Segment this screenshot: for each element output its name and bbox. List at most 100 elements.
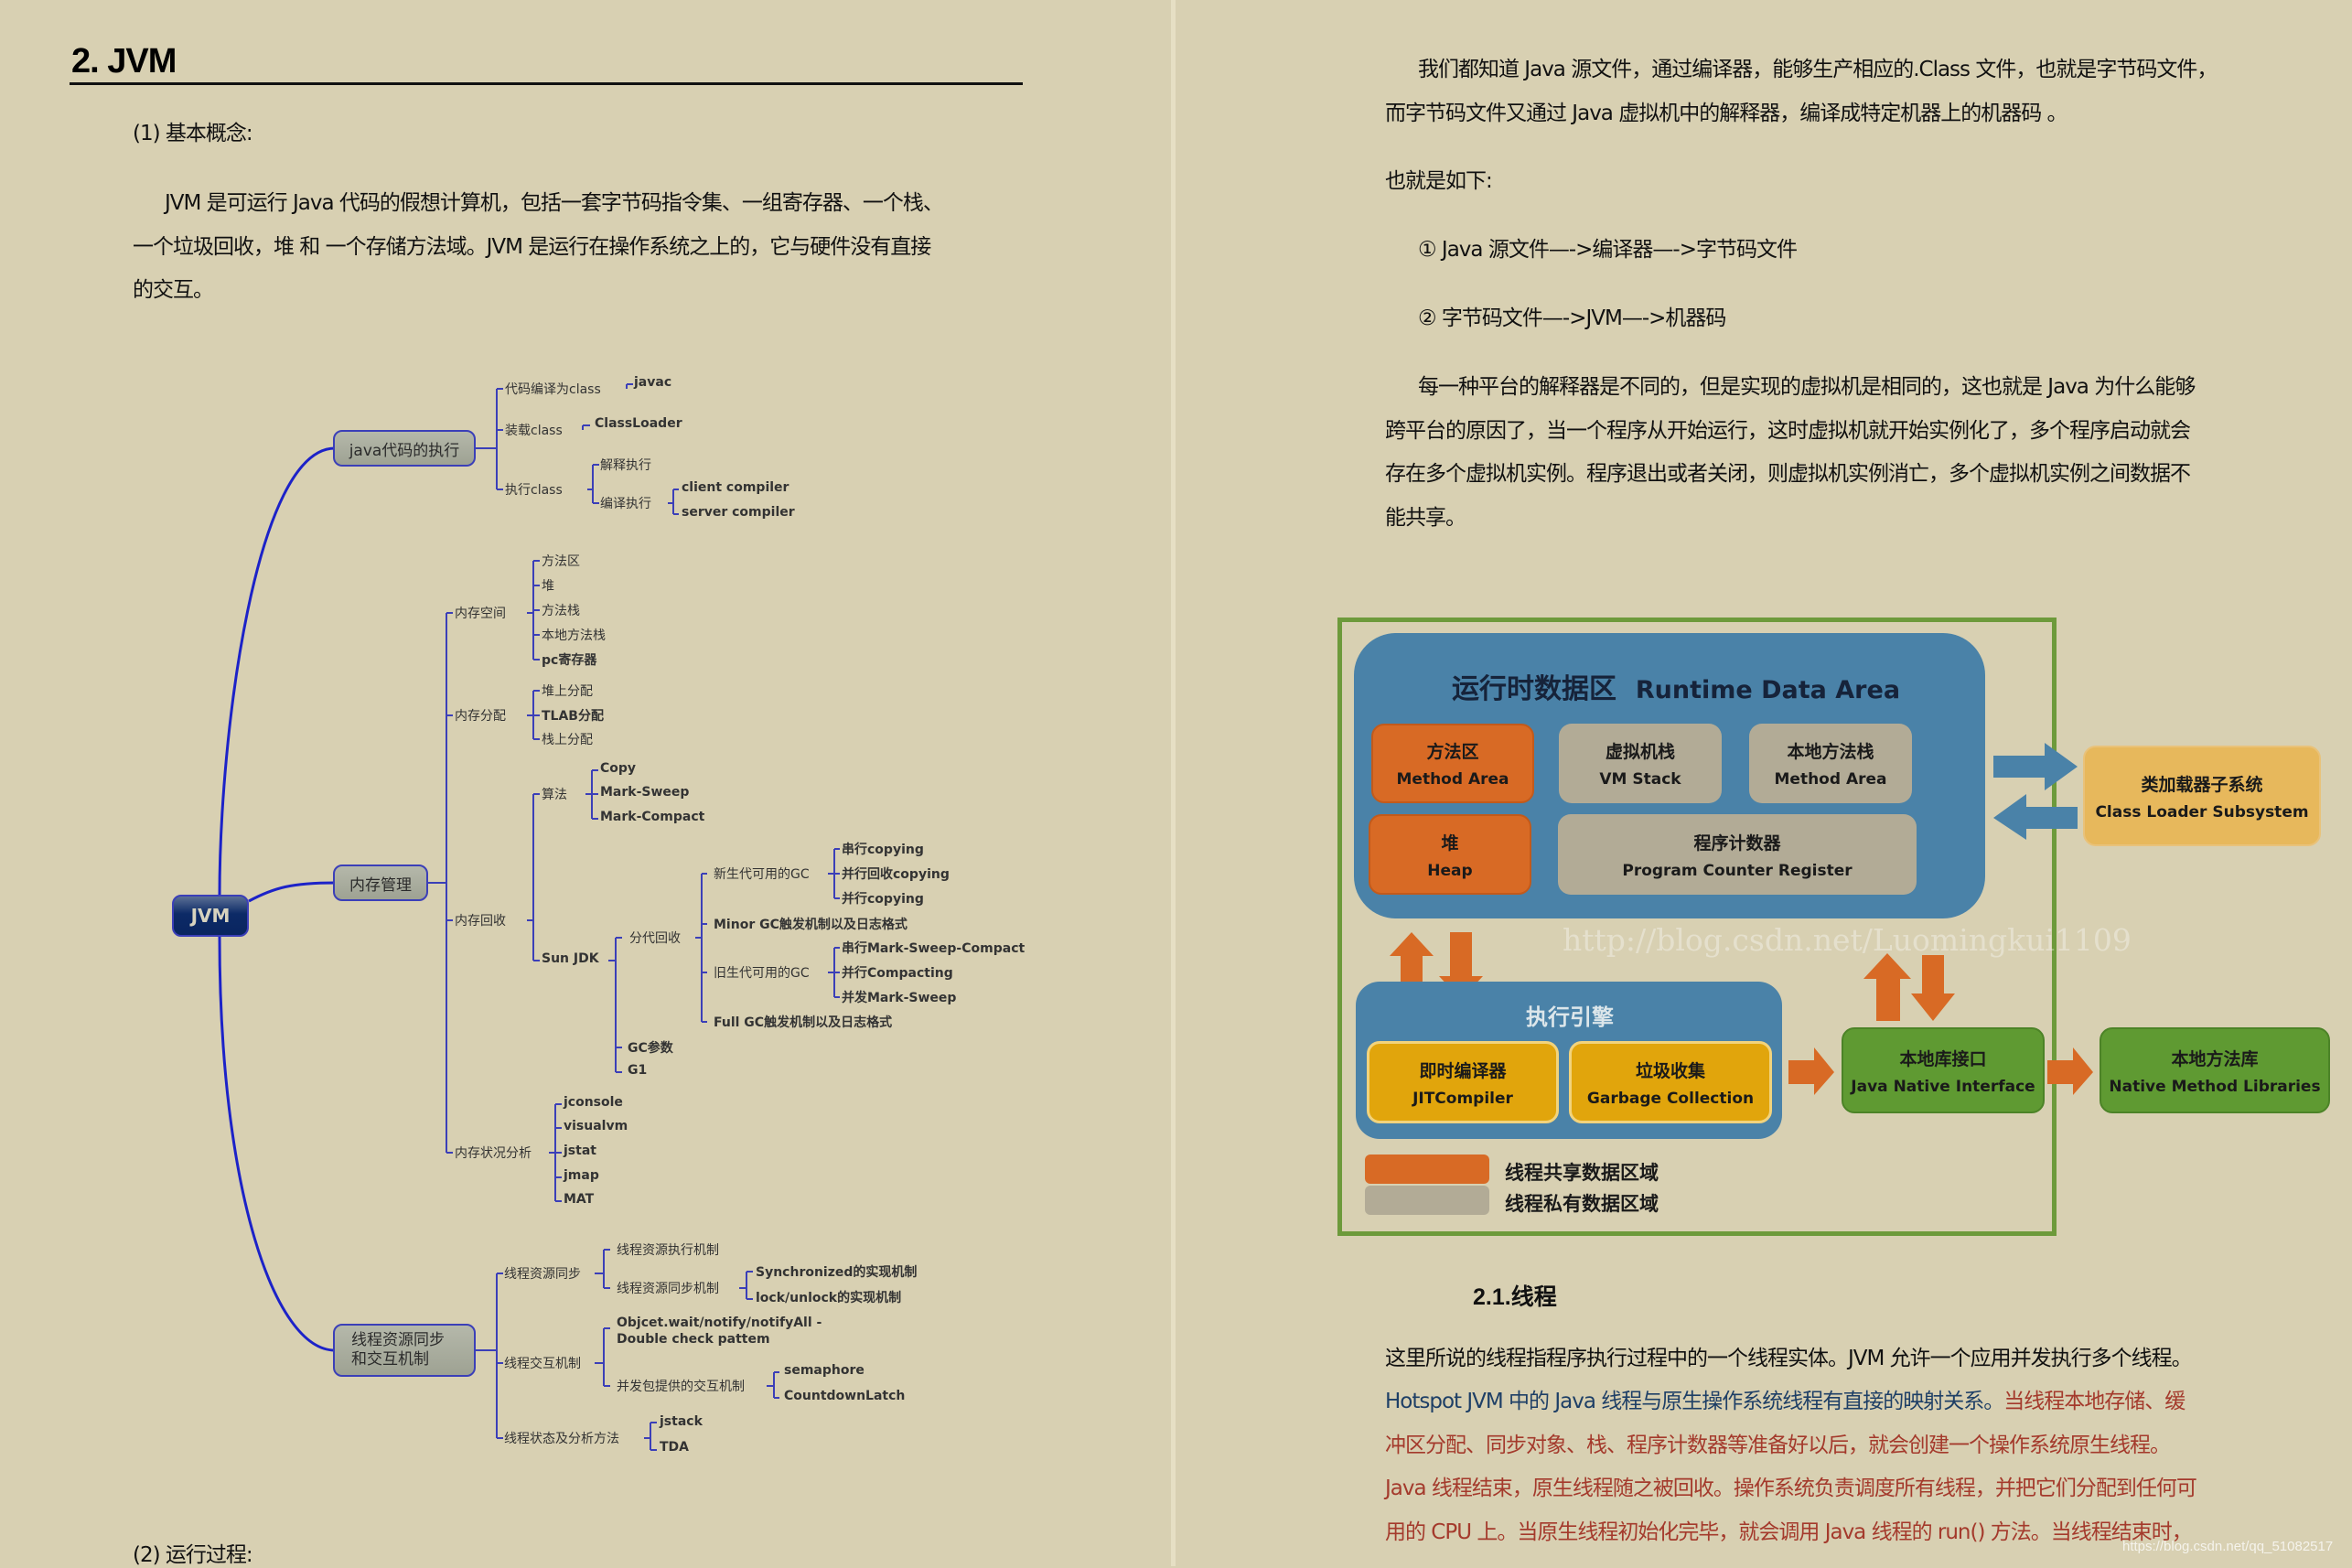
mm-item: 分代回收: [629, 931, 681, 946]
paragraph-line: 也就是如下:: [1385, 169, 1493, 193]
mm-item: 内存状况分析: [455, 1146, 532, 1161]
box-label-zh: 方法区: [1426, 742, 1479, 762]
mm-item: javac: [634, 375, 672, 390]
mm-item: 并行回收copying: [842, 867, 950, 882]
mm-item: Mark-Sweep: [600, 785, 690, 800]
branch-label-line: 线程资源同步: [351, 1331, 445, 1349]
box-label-zh: 堆: [1441, 832, 1459, 854]
legend-swatch-private: [1365, 1186, 1489, 1215]
branch-label: 内存管理: [349, 875, 412, 895]
mm-item: Objcet.wait/notify/notifyAll -: [617, 1316, 822, 1330]
mindmap-branch-thread-sync: 线程资源同步 和交互机制: [333, 1324, 476, 1377]
arrow-right: [2047, 1047, 2093, 1095]
mm-item: ClassLoader: [595, 416, 682, 431]
mm-item: 编译执行: [600, 497, 651, 511]
mindmap-root-jvm: JVM: [172, 895, 249, 937]
connector: [218, 936, 336, 1352]
mm-item: 并行copying: [842, 892, 924, 907]
footer-watermark: https://blog.csdn.net/qq_51082517: [2122, 1539, 2334, 1554]
native-method-stack-box: 本地方法栈 Method Area: [1749, 724, 1912, 803]
mm-item: 内存分配: [455, 709, 506, 724]
mm-item: jmap: [564, 1168, 599, 1183]
box-label-en: JITCompiler: [1412, 1089, 1513, 1108]
mm-item: 线程资源执行机制: [617, 1243, 719, 1258]
box-label-zh: 本地方法库: [2171, 1048, 2259, 1069]
vm-stack-box: 虚拟机栈 VM Stack: [1559, 724, 1722, 803]
mm-item: 线程状态及分析方法: [504, 1432, 619, 1446]
mm-item: 方法区: [542, 554, 580, 569]
box-label-en: Native Method Libraries: [2109, 1077, 2321, 1096]
mm-item: server compiler: [682, 505, 795, 520]
mm-item: 代码编译为class: [505, 382, 601, 397]
mm-item: jstack: [660, 1414, 703, 1429]
mm-item: jstat: [564, 1144, 596, 1158]
mindmap-branch-java-execution: java代码的执行: [333, 430, 476, 467]
legend-swatch-shared: [1365, 1155, 1489, 1184]
mm-item: 方法栈: [542, 604, 580, 618]
mm-item: visualvm: [564, 1119, 628, 1133]
title-en: Runtime Data Area: [1635, 676, 1901, 704]
blue-arrows: [1993, 743, 2078, 840]
mm-item: 本地方法栈: [542, 628, 606, 643]
mindmap-branch-memory-management: 内存管理: [333, 865, 428, 901]
box-label-en: Class Loader Subsystem: [2095, 802, 2309, 822]
mm-item: GC参数: [628, 1041, 673, 1056]
mm-item: Synchronized的实现机制: [756, 1265, 918, 1280]
mm-item: Sun JDK: [542, 951, 599, 966]
box-label-zh: 虚拟机栈: [1605, 742, 1675, 762]
mm-item: 线程交互机制: [504, 1357, 581, 1371]
mm-item: 并发包提供的交互机制: [617, 1380, 745, 1394]
image-watermark: http://blog.csdn.net/Luomingkui1109: [1563, 922, 2132, 958]
mm-item: 内存空间: [455, 607, 506, 621]
box-label-en: Program Counter Register: [1622, 861, 1853, 880]
execution-engine-title: 执行引擎: [1526, 1004, 1614, 1030]
orange-arrow-jni-libs: [2047, 1047, 2093, 1095]
mm-item: CountdownLatch: [784, 1389, 906, 1403]
branch-label: java代码的执行: [349, 441, 460, 460]
connector: [218, 446, 336, 897]
box-label-zh: 即时编译器: [1419, 1060, 1507, 1081]
box-label-en: Java Native Interface: [1851, 1077, 2035, 1096]
mm-item: 内存回收: [455, 914, 506, 929]
mm-item: G1: [628, 1063, 648, 1078]
mm-item: 堆: [542, 579, 554, 594]
runtime-data-area-title: 运行时数据区 Runtime Data Area: [1452, 666, 1900, 706]
mm-item: 解释执行: [600, 458, 651, 473]
paragraph-line: 跨平台的原因了，当一个程序从开始运行，这时虚拟机就开始实例化了，多个程序启动就会: [1385, 419, 2191, 443]
arrow-up: [1863, 953, 1911, 1021]
box-label-zh: 本地库接口: [1899, 1048, 1987, 1069]
native-libraries-box: 本地方法库 Native Method Libraries: [2100, 1027, 2330, 1113]
mm-item: 装载class: [505, 424, 563, 438]
list-item: ② 字节码文件—->JVM—->机器码: [1418, 306, 1726, 330]
mm-item: 新生代可用的GC: [714, 867, 810, 882]
mm-item: Double check pattem: [617, 1332, 770, 1347]
paragraph-line: 冲区分配、同步对象、栈、程序计数器等准备好以后，就会创建一个操作系统原生线程。: [1385, 1434, 2171, 1457]
mm-item: semaphore: [784, 1363, 865, 1378]
mm-item: TDA: [660, 1440, 690, 1455]
mm-item: client compiler: [682, 480, 789, 495]
paragraph-line: Hotspot JVM 中的 Java 线程与原生操作系统线程有直接的映射关系。…: [1385, 1383, 2186, 1414]
box-label-en: Method Area: [1396, 770, 1509, 789]
paragraph-line: Java 线程结束，原生线程随之被回收。操作系统负责调度所有线程，并把它们分配到…: [1385, 1477, 2197, 1500]
mm-item: 线程资源同步: [504, 1267, 581, 1282]
class-loader-box: 类加载器子系统 Class Loader Subsystem: [2083, 746, 2321, 846]
arrow-right: [1788, 1047, 1834, 1095]
mm-item: 线程资源同步机制: [617, 1282, 719, 1296]
box-label-zh: 本地方法栈: [1787, 742, 1874, 762]
paragraph-line: 能共享。: [1385, 506, 1466, 530]
title-zh: 运行时数据区: [1452, 673, 1616, 705]
mm-item: 并发Mark-Sweep: [842, 991, 957, 1005]
paragraph-line: 用的 CPU 上。当原生线程初始化完毕，就会调用 Java 线程的 run() …: [1385, 1520, 2193, 1544]
arrow-down: [1911, 955, 1955, 1021]
mm-item: 旧生代可用的GC: [714, 966, 810, 981]
mm-item: 串行Mark-Sweep-Compact: [842, 941, 1026, 956]
box-label-zh: 程序计数器: [1693, 832, 1781, 854]
mm-item: TLAB分配: [542, 709, 604, 724]
paragraph-line: 这里所说的线程指程序执行过程中的一个线程实体。JVM 允许一个应用并发执行多个线…: [1385, 1347, 2193, 1370]
mm-item: MAT: [564, 1192, 595, 1207]
orange-arrows-jni: [1863, 953, 1955, 1021]
legend-label-private: 线程私有数据区域: [1505, 1193, 1659, 1215]
mindmap-connectors: [218, 383, 840, 1451]
mm-item: 算法: [542, 788, 567, 802]
text-blue: Hotspot JVM 中的 Java 线程与原生操作系统线程有直接的映射关系。: [1385, 1390, 2004, 1413]
